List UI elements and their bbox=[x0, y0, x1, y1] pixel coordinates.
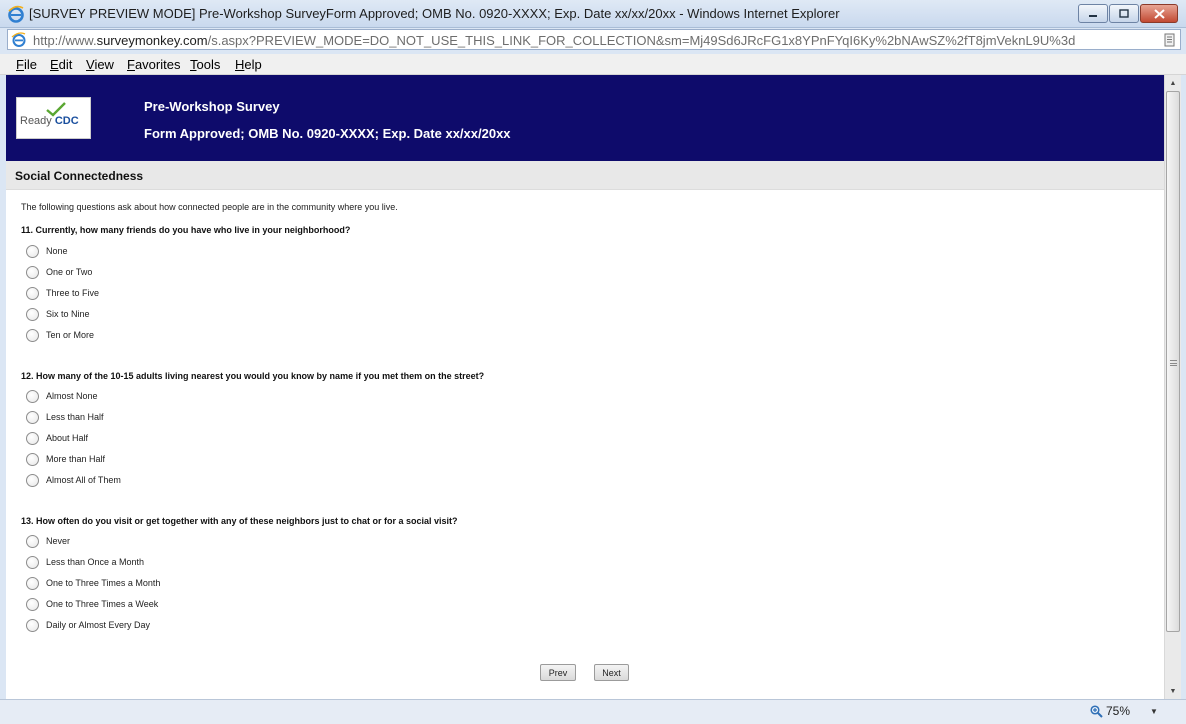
question-13: 13. How often do you visit or get togeth… bbox=[21, 516, 458, 526]
option-q12-almost-all[interactable]: Almost All of Them bbox=[26, 472, 121, 488]
question-12: 12. How many of the 10-15 adults living … bbox=[21, 371, 485, 381]
menu-tools[interactable]: Tools bbox=[190, 57, 220, 72]
page-content: Ready CDC Pre-Workshop Survey Form Appro… bbox=[6, 75, 1164, 699]
question-11: 11. Currently, how many friends do you h… bbox=[21, 225, 351, 235]
section-intro: The following questions ask about how co… bbox=[21, 202, 398, 212]
page-icon bbox=[11, 32, 26, 47]
radio-button[interactable] bbox=[26, 307, 39, 321]
address-bar: http://www.surveymonkey.com/s.aspx?PREVI… bbox=[0, 28, 1186, 52]
option-q13-weekly[interactable]: One to Three Times a Week bbox=[26, 596, 158, 612]
radio-button[interactable] bbox=[26, 389, 39, 403]
close-button[interactable] bbox=[1140, 4, 1178, 23]
option-q11-ten-or-more[interactable]: Ten or More bbox=[26, 327, 94, 343]
menu-help[interactable]: Help bbox=[235, 57, 262, 72]
option-q12-about-half[interactable]: About Half bbox=[26, 430, 88, 446]
zoom-dropdown-arrow-icon[interactable]: ▼ bbox=[1150, 707, 1158, 716]
zoom-level: 75% bbox=[1106, 704, 1131, 718]
section-title: Social Connectedness bbox=[15, 169, 144, 183]
radio-button[interactable] bbox=[26, 555, 39, 569]
radio-button[interactable] bbox=[26, 265, 39, 279]
survey-header: Ready CDC Pre-Workshop Survey Form Appro… bbox=[6, 75, 1164, 161]
option-q13-less-than-monthly[interactable]: Less than Once a Month bbox=[26, 554, 144, 570]
radio-button[interactable] bbox=[26, 618, 39, 632]
minimize-icon bbox=[1089, 14, 1097, 17]
title-bar: [SURVEY PREVIEW MODE] Pre-Workshop Surve… bbox=[0, 0, 1186, 28]
option-q11-three-to-five[interactable]: Three to Five bbox=[26, 285, 99, 301]
minimize-button[interactable] bbox=[1078, 4, 1108, 23]
option-q11-none[interactable]: None bbox=[26, 243, 68, 259]
window-title: [SURVEY PREVIEW MODE] Pre-Workshop Surve… bbox=[29, 6, 840, 21]
maximize-icon bbox=[1119, 9, 1129, 18]
status-bar: 75% ▼ bbox=[0, 699, 1186, 724]
url-text: http://www.surveymonkey.com/s.aspx?PREVI… bbox=[33, 33, 1076, 48]
radio-button[interactable] bbox=[26, 473, 39, 487]
option-q11-six-to-nine[interactable]: Six to Nine bbox=[26, 306, 90, 322]
survey-title: Pre-Workshop Survey bbox=[144, 99, 280, 114]
menu-edit[interactable]: Edit bbox=[50, 57, 72, 72]
next-button[interactable]: Next bbox=[594, 664, 629, 681]
option-q13-never[interactable]: Never bbox=[26, 533, 70, 549]
zoom-magnifier-icon bbox=[1090, 704, 1103, 718]
vertical-scrollbar[interactable]: ▲ ▼ bbox=[1164, 75, 1181, 699]
scrollbar-thumb[interactable] bbox=[1166, 91, 1180, 632]
section-header: Social Connectedness bbox=[6, 161, 1164, 190]
radio-button[interactable] bbox=[26, 597, 39, 611]
radio-button[interactable] bbox=[26, 431, 39, 445]
close-icon bbox=[1153, 8, 1165, 19]
radio-button[interactable] bbox=[26, 410, 39, 424]
radio-button[interactable] bbox=[26, 286, 39, 300]
radio-button[interactable] bbox=[26, 244, 39, 258]
option-q13-monthly[interactable]: One to Three Times a Month bbox=[26, 575, 160, 591]
radio-button[interactable] bbox=[26, 534, 39, 548]
menu-bar: File Edit View Favorites Tools Help bbox=[0, 54, 1186, 75]
zoom-control[interactable]: 75% bbox=[1090, 704, 1130, 718]
prev-button[interactable]: Prev bbox=[540, 664, 576, 681]
radio-button[interactable] bbox=[26, 452, 39, 466]
maximize-button[interactable] bbox=[1109, 4, 1139, 23]
menu-view[interactable]: View bbox=[86, 57, 114, 72]
grip-icon bbox=[1170, 360, 1177, 366]
ready-cdc-logo: Ready CDC bbox=[16, 97, 91, 139]
option-q12-less-than-half[interactable]: Less than Half bbox=[26, 409, 104, 425]
option-q13-daily[interactable]: Daily or Almost Every Day bbox=[26, 617, 150, 633]
radio-button[interactable] bbox=[26, 328, 39, 342]
option-q12-more-than-half[interactable]: More than Half bbox=[26, 451, 105, 467]
menu-favorites[interactable]: Favorites bbox=[127, 57, 180, 72]
option-q11-one-or-two[interactable]: One or Two bbox=[26, 264, 92, 280]
scroll-down-arrow-icon[interactable]: ▼ bbox=[1165, 684, 1181, 698]
compatibility-view-icon[interactable] bbox=[1164, 33, 1176, 47]
internet-explorer-icon bbox=[8, 5, 24, 23]
survey-subtitle: Form Approved; OMB No. 0920-XXXX; Exp. D… bbox=[144, 126, 511, 141]
radio-button[interactable] bbox=[26, 576, 39, 590]
menu-file[interactable]: File bbox=[16, 57, 37, 72]
option-q12-almost-none[interactable]: Almost None bbox=[26, 388, 98, 404]
url-field[interactable]: http://www.surveymonkey.com/s.aspx?PREVI… bbox=[7, 29, 1181, 50]
scroll-up-arrow-icon[interactable]: ▲ bbox=[1165, 76, 1181, 90]
logo-text: Ready CDC bbox=[20, 115, 79, 127]
